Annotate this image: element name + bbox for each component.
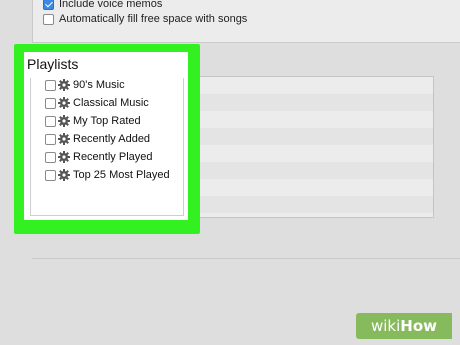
include-voice-memos-label: Include voice memos — [59, 0, 163, 10]
playlist-checkbox[interactable] — [45, 115, 56, 127]
playlists-panel: Playlists 90's Music Classical Music My … — [24, 52, 188, 220]
playlist-label: Recently Played — [73, 151, 153, 163]
list-item[interactable]: Recently Added — [45, 131, 150, 147]
playlist-checkbox[interactable] — [45, 133, 56, 145]
playlist-label: My Top Rated — [73, 115, 141, 127]
auto-fill-option[interactable]: Automatically fill free space with songs — [43, 13, 247, 25]
watermark-part-a: wiki — [370, 317, 401, 335]
watermark-logo: wiki How — [356, 313, 452, 339]
playlists-list: 90's Music Classical Music My Top Rated … — [30, 78, 184, 216]
gear-icon — [58, 97, 70, 109]
gear-icon — [58, 79, 70, 91]
auto-fill-label: Automatically fill free space with songs — [59, 13, 248, 25]
playlist-label: Recently Added — [73, 133, 151, 145]
watermark-part-b: How — [400, 317, 437, 335]
gear-icon — [58, 115, 70, 127]
playlist-checkbox[interactable] — [45, 169, 56, 181]
list-item[interactable]: Classical Music — [45, 95, 149, 111]
playlist-checkbox[interactable] — [45, 79, 56, 91]
list-item[interactable]: My Top Rated — [45, 113, 141, 129]
auto-fill-checkbox[interactable] — [43, 13, 54, 25]
playlists-title: Playlists — [27, 56, 79, 72]
playlist-label: 90's Music — [73, 79, 125, 91]
divider — [32, 258, 460, 259]
list-item[interactable]: Recently Played — [45, 149, 153, 165]
sync-options-panel: Include voice memos Automatically fill f… — [32, 0, 460, 43]
gear-icon — [58, 169, 70, 181]
playlist-label: Top 25 Most Played — [73, 169, 170, 181]
list-item[interactable]: 90's Music — [45, 77, 125, 93]
playlist-checkbox[interactable] — [45, 151, 56, 163]
gear-icon — [58, 151, 70, 163]
playlist-label: Classical Music — [73, 97, 149, 109]
include-voice-memos-checkbox[interactable] — [43, 0, 54, 10]
include-voice-memos-option[interactable]: Include voice memos — [43, 0, 162, 10]
list-item[interactable]: Top 25 Most Played — [45, 167, 170, 183]
gear-icon — [58, 133, 70, 145]
playlist-checkbox[interactable] — [45, 97, 56, 109]
